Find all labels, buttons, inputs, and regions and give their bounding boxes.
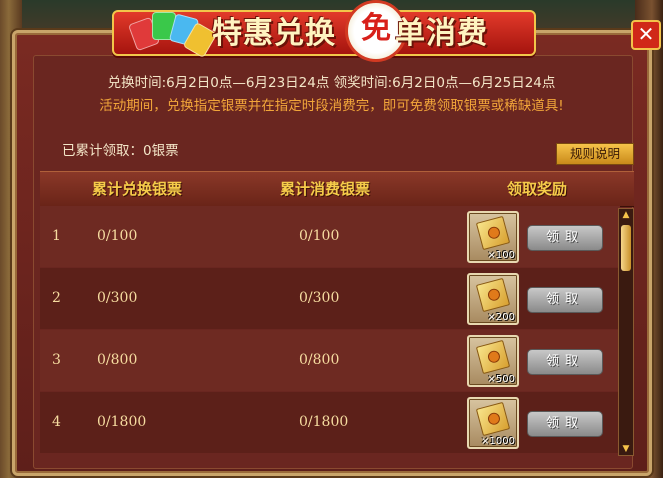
- row-index: 3: [52, 352, 61, 368]
- silver-ticket-icon[interactable]: ×100: [467, 211, 519, 263]
- reward-count: ×100: [487, 250, 515, 261]
- table-row: 4 0/1800 0/1800 ×1000 领取: [40, 392, 620, 453]
- reward-table: 1 0/100 0/100 ×100 领取 2 0/300 0/300 ×200…: [40, 206, 620, 456]
- exchanged-progress: 0/1800: [97, 414, 147, 430]
- rules-button[interactable]: 规则说明: [556, 143, 634, 165]
- consumed-progress: 0/800: [299, 352, 340, 368]
- scrollbar[interactable]: ▲ ▼: [618, 208, 634, 456]
- claim-button[interactable]: 领取: [527, 349, 603, 375]
- gems-icon: [127, 6, 218, 59]
- silver-ticket-icon[interactable]: ×200: [467, 273, 519, 325]
- consumed-progress: 0/1800: [299, 414, 349, 430]
- exchanged-progress: 0/100: [97, 228, 138, 244]
- title-right: 单消费: [395, 16, 488, 51]
- claim-button[interactable]: 领取: [527, 411, 603, 437]
- scroll-down-icon[interactable]: ▼: [619, 443, 633, 455]
- table-row: 1 0/100 0/100 ×100 领取: [40, 206, 620, 267]
- accumulated-claimed: 已累计领取：0银票: [62, 143, 179, 159]
- title-banner: 特惠兑换 免 单消费: [92, 0, 562, 62]
- silver-ticket-icon[interactable]: ×500: [467, 335, 519, 387]
- reward-count: ×500: [487, 374, 515, 385]
- header-reward: 领取奖励: [507, 180, 568, 198]
- close-button[interactable]: ✕: [631, 20, 661, 50]
- row-index: 2: [52, 290, 61, 306]
- header-exchanged: 累计兑换银票: [92, 180, 183, 198]
- scroll-up-icon[interactable]: ▲: [619, 209, 633, 221]
- exchanged-progress: 0/800: [97, 352, 138, 368]
- consumed-progress: 0/100: [299, 228, 340, 244]
- reward-count: ×200: [487, 312, 515, 323]
- reward-count: ×1000: [481, 436, 515, 447]
- row-index: 4: [52, 414, 61, 430]
- row-index: 1: [52, 228, 61, 244]
- table-header: 累计兑换银票 累计消费银票 领取奖励: [40, 171, 634, 207]
- title-left: 特惠兑换: [212, 16, 336, 51]
- header-consumed: 累计消费银票: [280, 180, 371, 198]
- claim-button[interactable]: 领取: [527, 287, 603, 313]
- claim-button[interactable]: 领取: [527, 225, 603, 251]
- silver-ticket-icon[interactable]: ×1000: [467, 397, 519, 449]
- consumed-progress: 0/300: [299, 290, 340, 306]
- scroll-thumb[interactable]: [621, 225, 631, 271]
- exchanged-progress: 0/300: [97, 290, 138, 306]
- table-row: 2 0/300 0/300 ×200 领取: [40, 268, 620, 329]
- table-row: 3 0/800 0/800 ×500 领取: [40, 330, 620, 391]
- event-description: 活动期间，兑换指定银票并在指定时段消费完，即可免费领取银票或稀缺道具!: [99, 98, 564, 114]
- event-time-info: 兑换时间:6月2日0点—6月23日24点 领奖时间:6月2日0点—6月25日24…: [107, 75, 556, 91]
